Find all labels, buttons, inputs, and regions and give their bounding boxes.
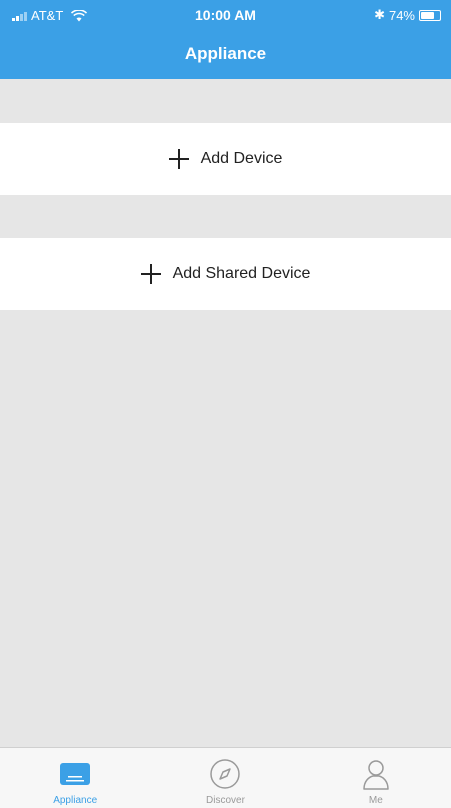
header-bar: AT&T 10:00 AM ✱ 74% Appliance (0, 0, 451, 79)
tab-appliance-label: Appliance (53, 795, 98, 806)
add-shared-device-label: Add Shared Device (172, 265, 311, 282)
tab-me-label: Me (368, 795, 383, 806)
compass-icon (210, 759, 241, 789)
add-device-button[interactable]: Add Device (0, 123, 451, 195)
status-bar: AT&T 10:00 AM ✱ 74% (0, 0, 451, 30)
status-right: ✱ 74% (374, 7, 441, 23)
battery-percent: 74% (388, 7, 415, 23)
tab-discover[interactable]: Discover (150, 748, 300, 808)
app-screen: AT&T 10:00 AM ✱ 74% Appliance Add Device (0, 0, 451, 808)
tab-bar: Appliance Discover Me (0, 747, 451, 808)
add-shared-device-button[interactable]: Add Shared Device (0, 238, 451, 310)
tab-appliance[interactable]: Appliance (0, 748, 150, 808)
add-device-label: Add Device (200, 150, 283, 167)
plus-icon (140, 264, 161, 284)
tab-me[interactable]: Me (301, 748, 451, 808)
battery-icon (419, 9, 441, 21)
tab-discover-label: Discover (206, 795, 245, 806)
plus-icon (168, 149, 189, 169)
battery-level-fill (421, 11, 435, 19)
appliance-icon (60, 763, 91, 785)
person-icon (363, 760, 389, 790)
page-title: Appliance (184, 44, 267, 63)
bluetooth-icon: ✱ (374, 7, 385, 22)
